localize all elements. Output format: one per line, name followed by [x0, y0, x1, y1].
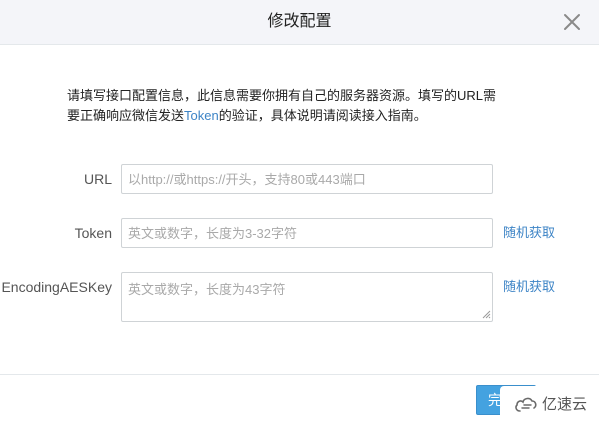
aeskey-random-link[interactable]: 随机获取 — [503, 277, 555, 297]
url-label: URL — [83, 171, 112, 187]
intro-text: 请填写接口配置信息，此信息需要你拥有自己的服务器资源。填写的URL需 要正确响应微… — [67, 86, 567, 126]
token-label: Token — [74, 225, 112, 241]
intro-part-1: 请填写接口配置信息，此信息需要你拥有自己的服务器资源。填写的URL需 — [67, 88, 497, 103]
watermark-text: 亿速云 — [542, 395, 588, 413]
url-input[interactable] — [121, 164, 493, 194]
token-input[interactable] — [121, 218, 493, 248]
dialog-title: 修改配置 — [267, 13, 332, 30]
close-icon[interactable] — [560, 10, 584, 34]
intro-part-3: 的验证，具体说明请阅读接入指南。 — [218, 108, 427, 123]
token-random-link[interactable]: 随机获取 — [503, 223, 555, 243]
watermark: 亿速云 — [500, 386, 599, 422]
aeskey-input[interactable] — [121, 272, 493, 322]
resize-grip-icon[interactable] — [481, 309, 491, 319]
aeskey-label: EncodingAESKey — [1, 279, 112, 295]
token-link[interactable]: Token — [184, 108, 219, 123]
dialog-header: 修改配置 — [0, 0, 599, 45]
cloud-logo-icon — [515, 397, 537, 412]
config-dialog: 修改配置 请填写接口配置信息，此信息需要你拥有自己的服务器资源。填写的URL需要… — [0, 0, 599, 427]
intro-part-2: 要正确响应微信发送 — [67, 108, 185, 123]
